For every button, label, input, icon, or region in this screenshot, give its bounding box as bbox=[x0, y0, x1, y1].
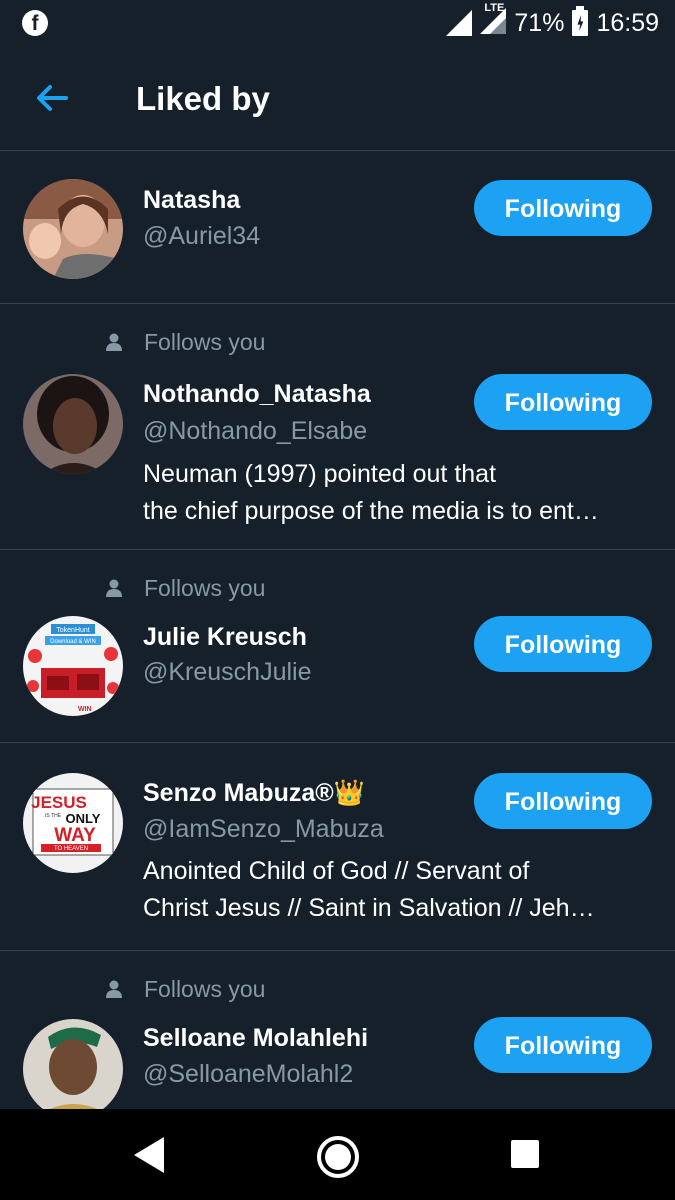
avatar-text: ONLY bbox=[66, 811, 101, 826]
user-row[interactable]: Follows you Nothando_Natasha @Nothando_E… bbox=[0, 304, 675, 550]
user-name[interactable]: Julie Kreusch bbox=[143, 623, 307, 652]
avatar-text: JESUS bbox=[31, 793, 87, 812]
user-row[interactable]: Follows you Selloane Molahlehi @Selloane… bbox=[0, 951, 675, 1109]
user-row[interactable]: JESUS IS THE ONLY WAY TO HEAVEN Senzo Ma… bbox=[0, 743, 675, 951]
avatar[interactable]: JESUS IS THE ONLY WAY TO HEAVEN bbox=[23, 773, 123, 873]
battery-charging-icon bbox=[572, 6, 589, 36]
avatar-text: WAY bbox=[54, 825, 96, 846]
user-handle: @Nothando_Elsabe bbox=[143, 417, 368, 445]
avatar-text: WIN bbox=[78, 706, 92, 713]
follows-you-indicator: Follows you bbox=[106, 975, 265, 1003]
user-handle: @KreuschJulie bbox=[143, 658, 312, 686]
status-bar: f LTE 71% 16:59 bbox=[0, 0, 675, 46]
avatar-text: TokenHunt bbox=[56, 627, 90, 634]
bio-line: Anointed Child of God // Servant of bbox=[143, 857, 530, 885]
clock: 16:59 bbox=[596, 8, 659, 37]
user-name[interactable]: Selloane Molahlehi bbox=[143, 1024, 368, 1053]
bio-line: Neuman (1997) pointed out that bbox=[143, 460, 497, 488]
system-navigation-bar bbox=[0, 1109, 675, 1200]
follows-you-indicator: Follows you bbox=[106, 328, 265, 356]
bio-line: the chief purpose of the media is to ent… bbox=[143, 497, 599, 525]
avatar-text: IS THE bbox=[45, 813, 62, 819]
signal-icon bbox=[446, 10, 473, 36]
page-title: Liked by bbox=[136, 80, 270, 117]
following-button[interactable]: Following bbox=[474, 1017, 652, 1073]
user-row[interactable]: Natasha @Auriel34 Following bbox=[0, 151, 675, 304]
user-handle: @IamSenzo_Mabuza bbox=[143, 815, 384, 843]
person-icon bbox=[106, 333, 122, 351]
user-handle: @SelloaneMolahl2 bbox=[143, 1060, 354, 1088]
user-row[interactable]: Follows you TokenHunt Download & WIN WIN… bbox=[0, 550, 675, 743]
avatar-text: TO HEAVEN bbox=[54, 846, 88, 852]
nav-recents-icon[interactable] bbox=[511, 1140, 539, 1168]
status-icons: LTE 71% 16:59 bbox=[446, 2, 659, 40]
avatar[interactable] bbox=[23, 374, 123, 474]
user-handle: @Auriel34 bbox=[143, 222, 261, 250]
facebook-notification-icon: f bbox=[22, 10, 48, 36]
user-bio: Anointed Child of God // Servant of Chri… bbox=[143, 853, 658, 927]
following-button[interactable]: Following bbox=[474, 180, 652, 236]
following-button[interactable]: Following bbox=[474, 374, 652, 430]
following-button[interactable]: Following bbox=[474, 616, 652, 672]
user-name[interactable]: Senzo Mabuza®👑 bbox=[143, 779, 365, 808]
avatar-text: Download & WIN bbox=[50, 639, 96, 645]
follows-you-label: Follows you bbox=[144, 975, 266, 1002]
user-name[interactable]: Nothando_Natasha bbox=[143, 380, 371, 409]
person-icon bbox=[106, 579, 122, 597]
follows-you-label: Follows you bbox=[144, 328, 266, 355]
liked-by-list: Natasha @Auriel34 Following Follows you … bbox=[0, 151, 675, 1109]
user-bio: Neuman (1997) pointed out that the chief… bbox=[143, 456, 658, 530]
avatar[interactable] bbox=[23, 179, 123, 279]
avatar[interactable] bbox=[23, 1019, 123, 1109]
battery-percent: 71% bbox=[514, 8, 565, 37]
following-button[interactable]: Following bbox=[474, 773, 652, 829]
nav-home-icon[interactable] bbox=[317, 1136, 359, 1178]
bio-line: Christ Jesus // Saint in Salvation // Je… bbox=[143, 894, 595, 922]
follows-you-label: Follows you bbox=[144, 574, 266, 601]
follows-you-indicator: Follows you bbox=[106, 574, 265, 602]
lte-signal-icon: LTE bbox=[480, 2, 507, 39]
avatar[interactable]: TokenHunt Download & WIN WIN bbox=[23, 616, 123, 716]
app-header: Liked by bbox=[0, 46, 675, 151]
user-name[interactable]: Natasha bbox=[143, 186, 240, 215]
person-icon bbox=[106, 980, 122, 998]
nav-back-icon[interactable] bbox=[134, 1137, 164, 1173]
back-arrow-icon[interactable] bbox=[30, 76, 74, 120]
